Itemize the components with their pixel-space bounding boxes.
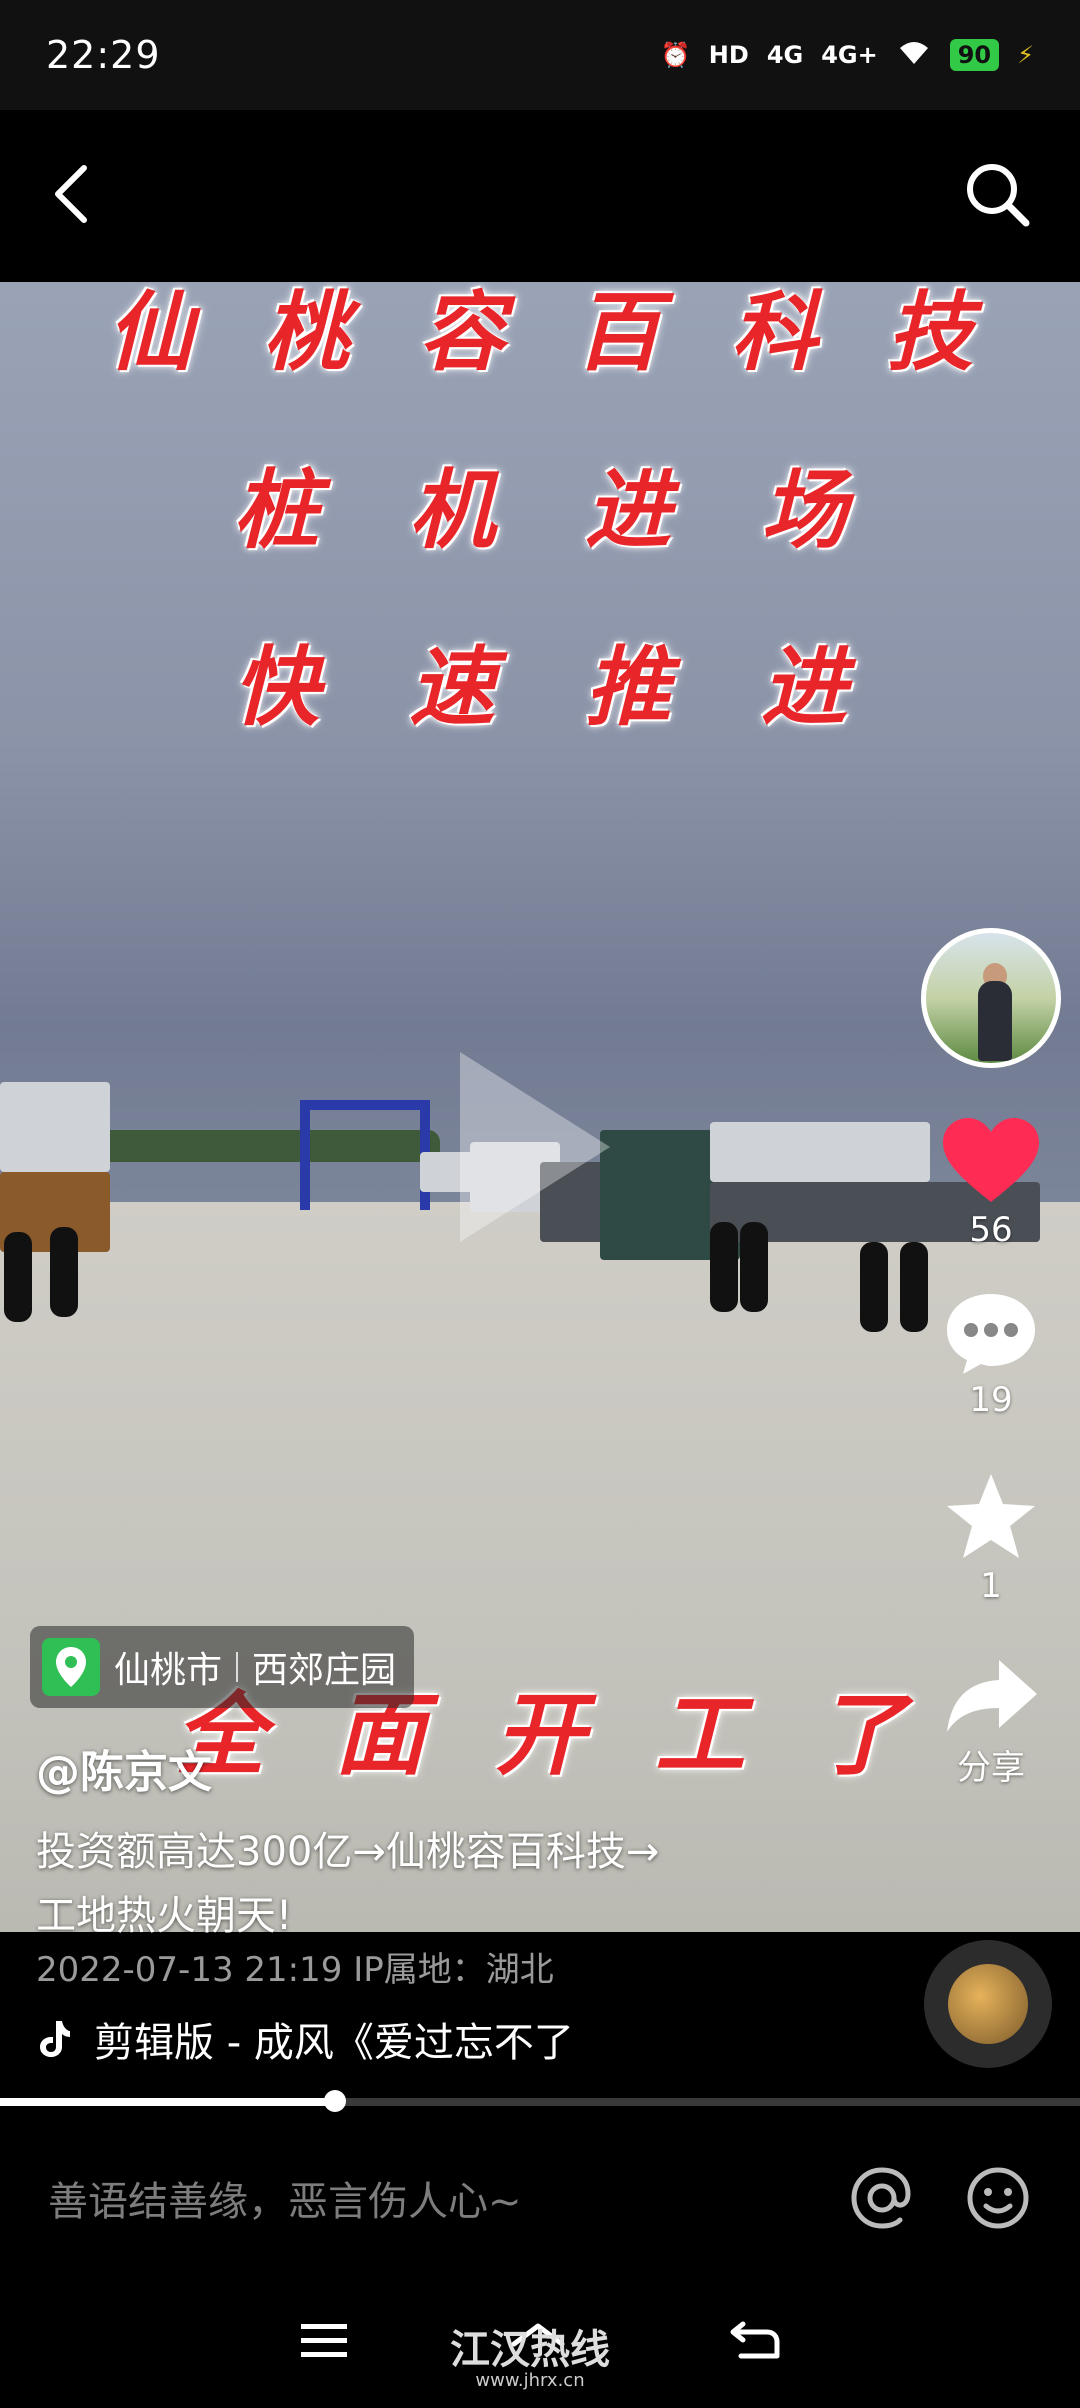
top-nav — [0, 110, 1080, 282]
hd-icon: HD — [708, 41, 749, 69]
comment-count: 19 — [969, 1380, 1013, 1420]
video-progress[interactable] — [0, 2090, 1080, 2112]
video-wheel — [4, 1232, 32, 1322]
overlay-char: 进 — [585, 460, 671, 561]
like-button[interactable]: 56 — [941, 1116, 1041, 1250]
location-city: 仙桃市 — [114, 1650, 223, 1691]
author-name[interactable]: @陈京文 — [36, 1736, 212, 1800]
music-disc[interactable] — [924, 1940, 1052, 2068]
overlay-char: 桃 — [263, 282, 349, 383]
video-wheel — [860, 1242, 888, 1332]
progress-knob[interactable] — [323, 2090, 346, 2112]
overlay-char: 推 — [585, 637, 671, 738]
music-disc-cover — [948, 1964, 1028, 2044]
post-meta: 2022-07-13 21:19 IP属地：湖北 — [36, 1950, 554, 1990]
back-arrow-icon — [55, 165, 87, 223]
overlay-char: 技 — [887, 282, 973, 383]
overlay-char: 桩 — [233, 460, 319, 561]
alarm-icon: ⏰ — [660, 41, 691, 69]
comment-icon — [947, 1294, 1035, 1374]
description-line-2: 工地热火朝天! — [36, 1893, 293, 1939]
charging-icon: ⚡ — [1017, 41, 1034, 69]
overlay-char: 速 — [409, 637, 495, 738]
overlay-char: 仙 — [107, 282, 193, 383]
video-wheel — [740, 1222, 768, 1312]
share-label: 分享 — [957, 1748, 1025, 1788]
progress-fill — [0, 2098, 335, 2106]
share-icon — [947, 1660, 1037, 1732]
heart-icon — [943, 1118, 1039, 1202]
comment-bar: 善语结善缘，恶言伤人心~ — [0, 2124, 1080, 2272]
post-description[interactable]: 投资额高达300亿→仙桃容百科技→ 工地热火朝天! — [36, 1820, 796, 1948]
star-icon — [947, 1474, 1035, 1558]
comment-bar-icons — [848, 2164, 1032, 2232]
overlay-char: 机 — [409, 460, 495, 561]
watermark-title: 江汉热线 — [450, 2327, 610, 2373]
status-time: 22:29 — [46, 33, 161, 77]
wifi-icon — [896, 38, 932, 72]
overlay-char: 进 — [761, 637, 847, 738]
status-icons: ⏰ HD 4G 4G+ 90 ⚡ — [661, 38, 1034, 72]
video-wheel — [50, 1227, 78, 1317]
video-gate — [300, 1100, 430, 1210]
avatar-person — [978, 981, 1012, 1061]
author-avatar[interactable] — [921, 928, 1061, 1068]
back-button[interactable] — [48, 162, 92, 230]
emoji-icon[interactable] — [964, 2164, 1032, 2232]
description-line-1: 投资额高达300亿→仙桃容百科技→ — [36, 1829, 660, 1875]
overlay-char: 科 — [731, 282, 817, 383]
like-count: 56 — [969, 1210, 1013, 1250]
tiktok-note-icon — [40, 2021, 70, 2057]
back-nav-icon[interactable] — [727, 2318, 781, 2362]
watermark-url: www.jhrx.cn — [475, 2370, 585, 2391]
overlay-char: 快 — [233, 637, 319, 738]
favorite-count: 1 — [980, 1566, 1002, 1606]
signal-4g-plus-icon: 4G+ — [821, 41, 878, 69]
location-place: 西郊庄园 — [252, 1650, 397, 1691]
overlay-char: 开 — [495, 1682, 585, 1788]
signal-4g-icon: 4G — [766, 41, 804, 69]
music-title: 剪辑版 - 成风《爱过忘不了 — [94, 2020, 574, 2066]
overlay-char: 工 — [655, 1682, 745, 1788]
menu-icon[interactable] — [299, 2320, 349, 2360]
status-bar: 22:29 ⏰ HD 4G 4G+ 90 ⚡ — [0, 0, 1080, 110]
comment-input[interactable]: 善语结善缘，恶言伤人心~ — [48, 2169, 522, 2227]
favorite-button[interactable]: 1 — [943, 1470, 1039, 1606]
mention-icon[interactable] — [848, 2164, 916, 2232]
overlay-line-1: 仙桃容百科技 — [0, 282, 1080, 387]
overlay-char: 容 — [419, 282, 505, 383]
location-chip[interactable]: 仙桃市 西郊庄园 — [30, 1626, 415, 1708]
comment-button[interactable]: 19 — [943, 1290, 1039, 1420]
overlay-char: 场 — [761, 460, 847, 561]
video-truck — [0, 1082, 110, 1172]
search-button[interactable] — [962, 159, 1032, 233]
location-separator — [236, 1652, 239, 1682]
video-truck — [710, 1122, 930, 1182]
battery-icon: 90 — [949, 39, 1000, 71]
overlay-line-2: 桩机进场 — [0, 440, 1080, 565]
location-pin-icon — [42, 1638, 100, 1696]
search-icon — [967, 164, 1030, 227]
video-wheel — [710, 1222, 738, 1312]
overlay-line-3: 快速推进 — [0, 617, 1080, 742]
music-info[interactable]: 剪辑版 - 成风《爱过忘不了 — [36, 2010, 574, 2068]
overlay-char: 百 — [575, 282, 661, 383]
action-rail: 56 19 1 分享 — [916, 928, 1066, 1789]
overlay-char: 了 — [815, 1682, 905, 1788]
share-button[interactable]: 分享 — [943, 1656, 1039, 1789]
watermark-logo: 江汉热线 www.jhrx.cn — [450, 2330, 610, 2392]
play-icon[interactable] — [460, 1052, 610, 1242]
